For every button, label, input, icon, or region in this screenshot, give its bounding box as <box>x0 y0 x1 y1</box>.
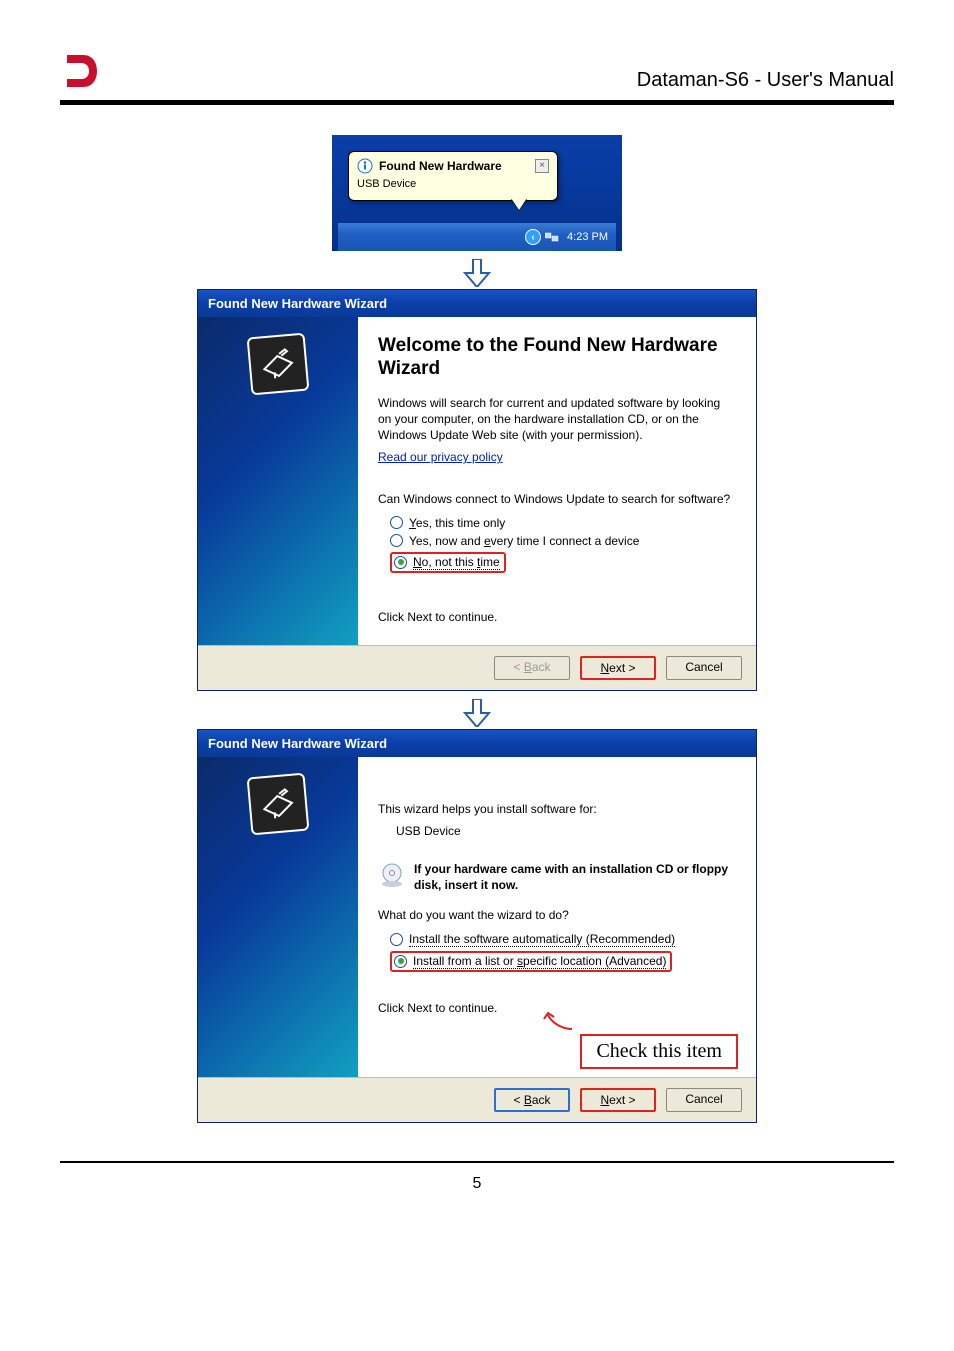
wizard1-continue: Click Next to continue. <box>378 609 736 625</box>
wizard1-titlebar: Found New Hardware Wizard <box>198 290 756 317</box>
wizard1-footer: < Back Next > Cancel <box>198 645 756 690</box>
balloon-subtitle: USB Device <box>357 178 549 190</box>
wizard2-cd-text: If your hardware came with an installati… <box>414 861 736 893</box>
flow-arrow-1 <box>459 259 495 287</box>
privacy-policy-link[interactable]: Read our privacy policy <box>378 450 503 464</box>
wizard2-side-graphic <box>198 757 358 1077</box>
wizard2-question: What do you want the wizard to do? <box>378 907 736 923</box>
wizard-window-2: Found New Hardware Wizard This wizard he… <box>197 729 757 1123</box>
wizard2-footer: < Back Next > Cancel <box>198 1077 756 1122</box>
balloon-close-button[interactable]: × <box>535 159 549 173</box>
wizard2-cancel-button[interactable]: Cancel <box>666 1088 742 1112</box>
wizard2-next-button[interactable]: Next > <box>580 1088 656 1112</box>
radio-yes-once[interactable]: Yes, this time only <box>390 516 736 530</box>
tray-icons: ‹ <box>525 229 559 245</box>
tray-clock: 4:23 PM <box>567 231 608 243</box>
page-number: 5 <box>473 1175 482 1192</box>
doc-title: Dataman-S6 - User's Manual <box>637 69 894 92</box>
radio-install-auto[interactable]: Install the software automatically (Reco… <box>390 932 736 947</box>
wizard1-para: Windows will search for current and upda… <box>378 395 736 444</box>
wizard1-back-button: < Back <box>494 656 570 680</box>
wizard-window-1: Found New Hardware Wizard Welcome to the… <box>197 289 757 691</box>
radio-install-specific[interactable]: Install from a list or specific location… <box>394 954 666 969</box>
wizard1-next-button[interactable]: Next > <box>580 656 656 680</box>
page-header: Dataman-S6 - User's Manual <box>60 50 894 105</box>
info-icon <box>357 158 373 174</box>
wizard1-cancel-button[interactable]: Cancel <box>666 656 742 680</box>
wizard1-heading: Welcome to the Found New Hardware Wizard <box>378 335 736 381</box>
wizard2-titlebar: Found New Hardware Wizard <box>198 730 756 757</box>
d-logo-icon <box>61 51 101 91</box>
network-icon <box>545 231 559 243</box>
wizard1-side-graphic <box>198 317 358 645</box>
tray-expand-icon[interactable]: ‹ <box>525 229 541 245</box>
brand-logo <box>60 50 102 92</box>
flow-arrow-2 <box>459 699 495 727</box>
cd-icon <box>378 861 406 892</box>
hardware-icon <box>247 333 310 396</box>
balloon-title: Found New Hardware <box>379 159 502 173</box>
annotation-label: Check this item <box>580 1034 738 1069</box>
page-footer: 5 <box>60 1161 894 1193</box>
tray-figure: Found New Hardware × USB Device ‹ 4:23 P… <box>332 135 622 251</box>
balloon-tooltip: Found New Hardware × USB Device <box>348 151 558 201</box>
taskbar: ‹ 4:23 PM <box>338 223 616 251</box>
annotation-arrow-icon <box>542 1011 576 1033</box>
radio-yes-always[interactable]: Yes, now and every time I connect a devi… <box>390 534 736 548</box>
wizard2-back-button[interactable]: < Back <box>494 1088 570 1112</box>
wizard2-device: USB Device <box>396 823 736 839</box>
wizard1-question: Can Windows connect to Windows Update to… <box>378 491 736 507</box>
wizard2-intro: This wizard helps you install software f… <box>378 801 736 817</box>
radio-no[interactable]: No, not this time <box>394 555 500 570</box>
hardware-icon <box>247 772 310 835</box>
